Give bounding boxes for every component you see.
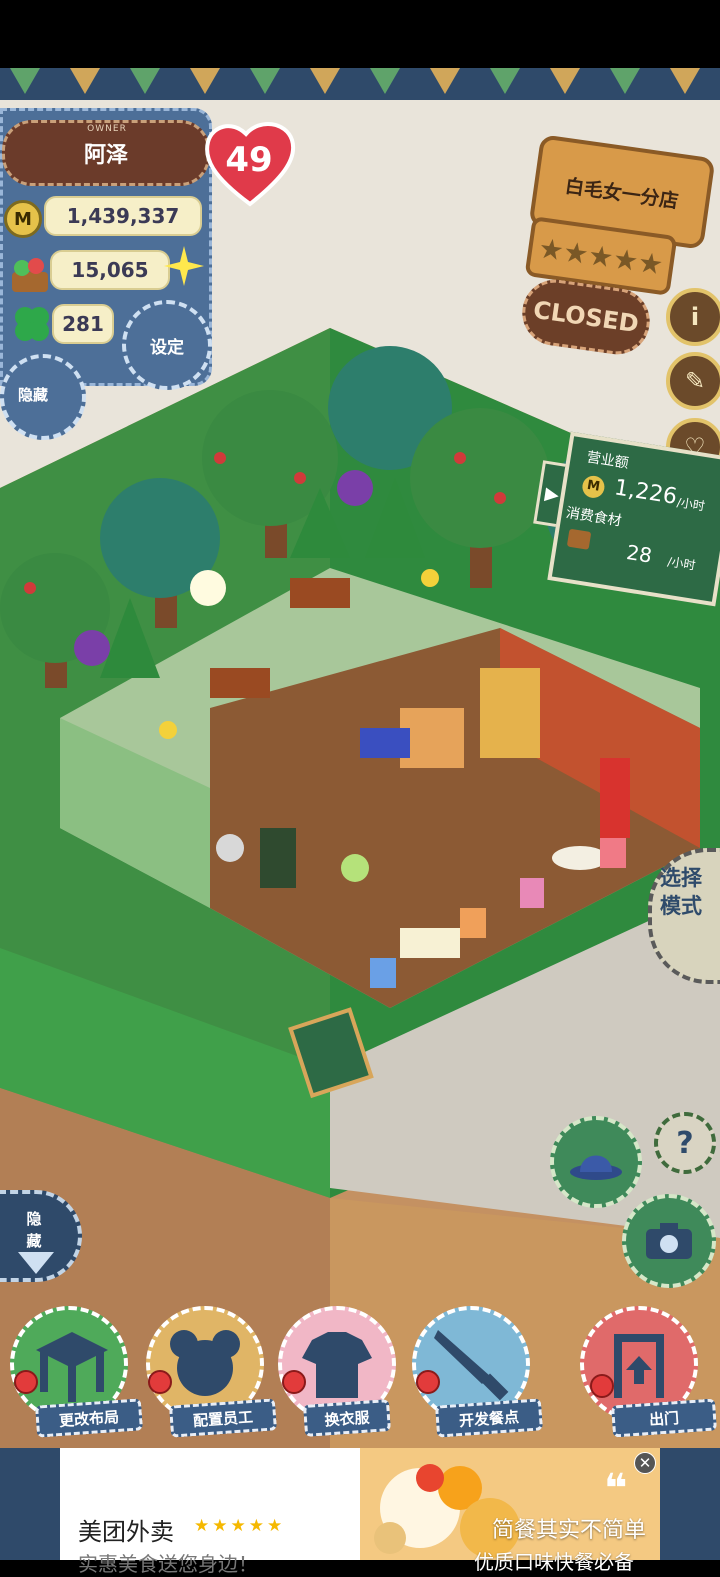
coin-icon: M <box>580 474 607 500</box>
square-table <box>400 928 460 958</box>
store-name: 白毛女一分店 <box>563 174 680 213</box>
coin-icon: M <box>4 200 42 238</box>
ad-slogan-line1: 简餐其实不简单 <box>492 1518 647 1543</box>
help-button[interactable]: ? <box>654 1112 716 1174</box>
clover-value: 281 <box>52 304 114 344</box>
food-used-label: 消费食材 <box>564 504 623 530</box>
quote-icon: ❝ <box>604 1466 628 1512</box>
hide-bottom-label: 隐藏 <box>26 1210 42 1250</box>
pin-icon <box>590 1374 614 1398</box>
camera-button[interactable] <box>622 1194 716 1288</box>
post-box <box>600 758 630 838</box>
status-bar <box>0 0 720 68</box>
help-icon: ? <box>676 1125 694 1161</box>
recipe-book-button[interactable]: ✎ <box>666 352 720 410</box>
food-basket-icon <box>566 528 592 550</box>
owner-name: 阿泽 <box>83 143 128 168</box>
select-mode-label: 选择模式 <box>660 866 702 918</box>
pin-icon <box>14 1370 38 1394</box>
arrow-down-icon <box>18 1252 54 1274</box>
pin-icon <box>148 1370 172 1394</box>
revenue-unit: /小时 <box>675 495 706 514</box>
coins-value: 1,439,337 <box>44 196 202 236</box>
hide-panel-label: 隐藏 <box>18 386 49 404</box>
sparkle-icon <box>164 246 204 286</box>
bunting-strip <box>0 68 720 100</box>
change-clothes-label: 换衣服 <box>302 1399 392 1437</box>
ad-slogan-line2: 优质口味快餐必备 <box>474 1550 634 1574</box>
food-basket-icon <box>12 258 48 292</box>
owner-caption: OWNER <box>87 124 127 134</box>
food-used-unit: /小时 <box>666 554 697 573</box>
pin-icon <box>282 1370 306 1394</box>
info-button[interactable]: i <box>666 288 720 346</box>
camera-icon <box>646 1223 692 1259</box>
ad-subtitle: 实惠美食送您身边！ <box>78 1552 258 1576</box>
food-value: 15,065 <box>50 250 170 290</box>
ad-rating-stars: ★★★★★ <box>194 1516 286 1536</box>
revenue-label: 营业额 <box>585 449 630 472</box>
ad-close-button[interactable]: ✕ <box>634 1452 656 1474</box>
settings-button[interactable]: 设定 <box>122 300 212 390</box>
level-value: 49 <box>225 140 273 180</box>
hat-icon <box>570 1155 622 1180</box>
round-table <box>552 846 608 870</box>
food-used-value: 28 <box>624 539 654 568</box>
clover-icon <box>15 307 49 341</box>
stats-board: 营业额 M 1,226 /小时 消费食材 28 /小时 <box>547 431 720 607</box>
ad-title: 美团外卖 <box>78 1518 174 1546</box>
hat-button[interactable] <box>550 1116 642 1208</box>
pin-icon <box>416 1370 440 1394</box>
revenue-value: 1,226 <box>612 475 679 510</box>
